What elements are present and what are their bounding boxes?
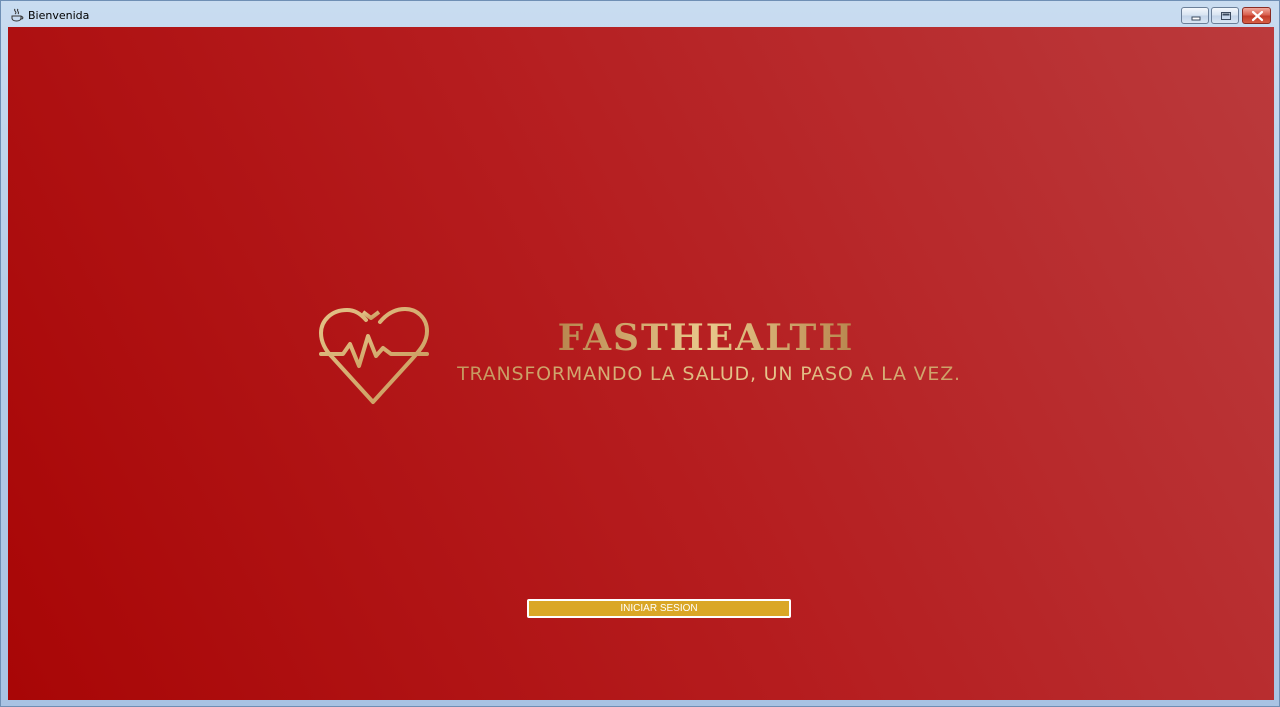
maximize-icon (1221, 12, 1231, 20)
close-button[interactable] (1242, 7, 1271, 24)
minimize-icon (1191, 16, 1201, 21)
close-icon (1251, 10, 1264, 22)
window-title: Bienvenida (28, 9, 90, 22)
title-bar[interactable]: Bienvenida (1, 1, 1279, 27)
login-button[interactable]: INICIAR SESION (527, 599, 791, 618)
brand-tagline: TRANSFORMANDO LA SALUD, UN PASO A LA VEZ… (439, 362, 979, 386)
minimize-button[interactable] (1181, 7, 1209, 24)
heart-pulse-icon (319, 307, 429, 404)
brand-name: FASTHEALTH (553, 316, 859, 360)
maximize-button[interactable] (1211, 7, 1239, 24)
app-window: Bienvenida FASTHEALTH TRANSFORMANDO LA S… (0, 0, 1280, 707)
welcome-panel: FASTHEALTH TRANSFORMANDO LA SALUD, UN PA… (8, 27, 1274, 700)
java-app-icon (11, 8, 24, 22)
